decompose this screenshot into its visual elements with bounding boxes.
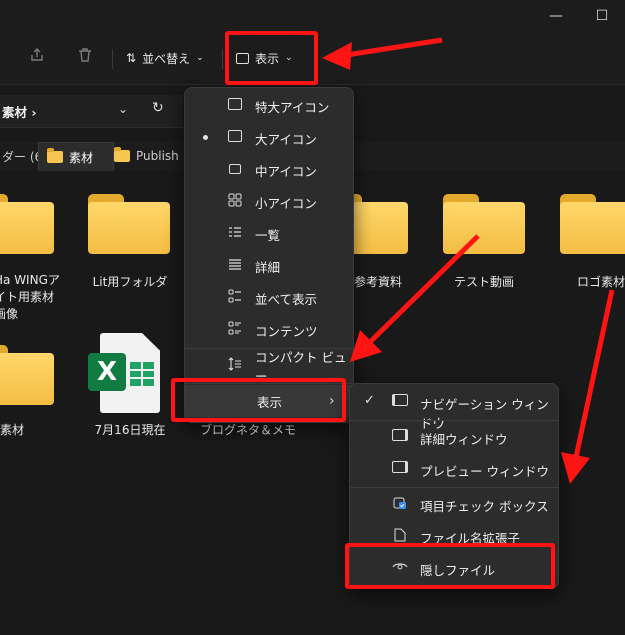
arrow-to-hidden-items <box>572 289 615 463</box>
annotation-arrows <box>322 37 615 484</box>
arrow-to-view-button <box>339 37 443 59</box>
arrow-to-show-item <box>366 234 480 346</box>
arrow-head <box>561 452 590 484</box>
arrow-head <box>322 42 352 70</box>
